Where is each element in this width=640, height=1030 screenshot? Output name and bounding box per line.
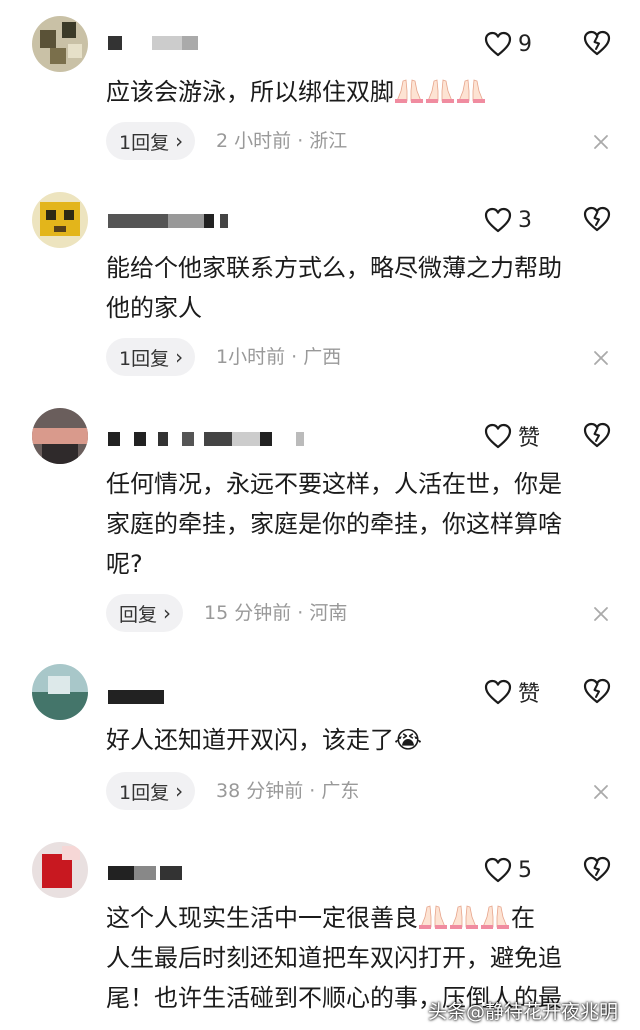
praying-hands-emoji bbox=[394, 77, 424, 103]
like-count: 5 bbox=[518, 857, 532, 883]
comment-text: 应该会游泳，所以绑住双脚 bbox=[106, 72, 616, 112]
praying-hands-emoji bbox=[480, 903, 510, 929]
comment-meta: 2 小时前 · 浙江 bbox=[216, 122, 347, 160]
comment-text-body: 好人还知道开双闪，该走了 bbox=[106, 726, 394, 754]
separator: · bbox=[291, 346, 298, 368]
praying-hands-emoji bbox=[418, 903, 448, 929]
comment-location: 浙江 bbox=[309, 130, 348, 152]
chevron-right-icon: › bbox=[175, 129, 184, 153]
separator: · bbox=[297, 602, 304, 624]
reply-button[interactable]: 回复 › bbox=[106, 594, 184, 632]
reply-label: 回复 bbox=[119, 603, 158, 626]
comment-meta: 1小时前 · 广西 bbox=[216, 338, 341, 376]
heart-outline-icon bbox=[484, 423, 512, 449]
crying-face-emoji: 😭 bbox=[394, 726, 423, 754]
comment-time: 1小时前 bbox=[216, 346, 286, 368]
avatar[interactable] bbox=[32, 842, 88, 898]
praying-hands-emoji bbox=[449, 903, 479, 929]
comment-location: 广东 bbox=[321, 780, 360, 802]
reply-count-button[interactable]: 1回复 › bbox=[106, 122, 196, 160]
separator: · bbox=[297, 130, 304, 152]
like-count: 9 bbox=[518, 31, 532, 57]
like-button[interactable]: 3 bbox=[484, 202, 546, 238]
reply-label: 1回复 bbox=[119, 131, 170, 154]
comment-text: 任何情况，永远不要这样，人活在世，你是 家庭的牵挂，家庭是你的牵挂，你这样算啥 … bbox=[106, 470, 562, 578]
praying-hands-emoji bbox=[425, 77, 455, 103]
close-icon[interactable] bbox=[590, 603, 612, 625]
avatar[interactable] bbox=[32, 664, 88, 720]
like-button[interactable]: 5 bbox=[484, 852, 546, 888]
chevron-right-icon: › bbox=[163, 601, 172, 625]
comment-location: 广西 bbox=[303, 346, 342, 368]
broken-heart-icon[interactable] bbox=[582, 854, 612, 884]
like-count: 赞 bbox=[518, 426, 541, 451]
avatar[interactable] bbox=[32, 192, 88, 248]
comment-time: 2 小时前 bbox=[216, 130, 292, 152]
comment-time: 15 分钟前 bbox=[204, 602, 292, 624]
like-button[interactable]: 9 bbox=[484, 26, 546, 62]
avatar[interactable] bbox=[32, 408, 88, 464]
comment-location: 河南 bbox=[309, 602, 348, 624]
praying-hands-emoji bbox=[456, 77, 486, 103]
comment-text-body: 这个人现实生活中一定很善良 bbox=[106, 904, 418, 932]
chevron-right-icon: › bbox=[175, 345, 184, 369]
heart-outline-icon bbox=[484, 207, 512, 233]
heart-outline-icon bbox=[484, 679, 512, 705]
heart-outline-icon bbox=[484, 857, 512, 883]
separator: · bbox=[309, 780, 316, 802]
close-icon[interactable] bbox=[590, 781, 612, 803]
reply-count-button[interactable]: 1回复 › bbox=[106, 338, 196, 376]
comment-text-body: 应该会游泳，所以绑住双脚 bbox=[106, 78, 394, 106]
avatar[interactable] bbox=[32, 16, 88, 72]
watermark: 头条@静待花开夜兆明 bbox=[427, 1001, 618, 1023]
comment-time: 38 分钟前 bbox=[216, 780, 304, 802]
like-count: 赞 bbox=[518, 682, 541, 707]
comment-text: 好人还知道开双闪，该走了😭 bbox=[106, 720, 616, 760]
broken-heart-icon[interactable] bbox=[582, 420, 612, 450]
broken-heart-icon[interactable] bbox=[582, 204, 612, 234]
comment-meta: 15 分钟前 · 河南 bbox=[204, 594, 347, 632]
heart-outline-icon bbox=[484, 31, 512, 57]
broken-heart-icon[interactable] bbox=[582, 28, 612, 58]
reply-count-button[interactable]: 1回复 › bbox=[106, 772, 196, 810]
broken-heart-icon[interactable] bbox=[582, 676, 612, 706]
comment-meta: 38 分钟前 · 广东 bbox=[216, 772, 359, 810]
like-button[interactable]: 赞 bbox=[484, 418, 546, 454]
chevron-right-icon: › bbox=[175, 779, 184, 803]
reply-label: 1回复 bbox=[119, 347, 170, 370]
close-icon[interactable] bbox=[590, 131, 612, 153]
close-icon[interactable] bbox=[590, 347, 612, 369]
like-button[interactable]: 赞 bbox=[484, 674, 546, 710]
reply-label: 1回复 bbox=[119, 781, 170, 804]
comment-text: 能给个他家联系方式么，略尽微薄之力帮助 他的家人 bbox=[106, 254, 562, 322]
like-count: 3 bbox=[518, 207, 532, 233]
